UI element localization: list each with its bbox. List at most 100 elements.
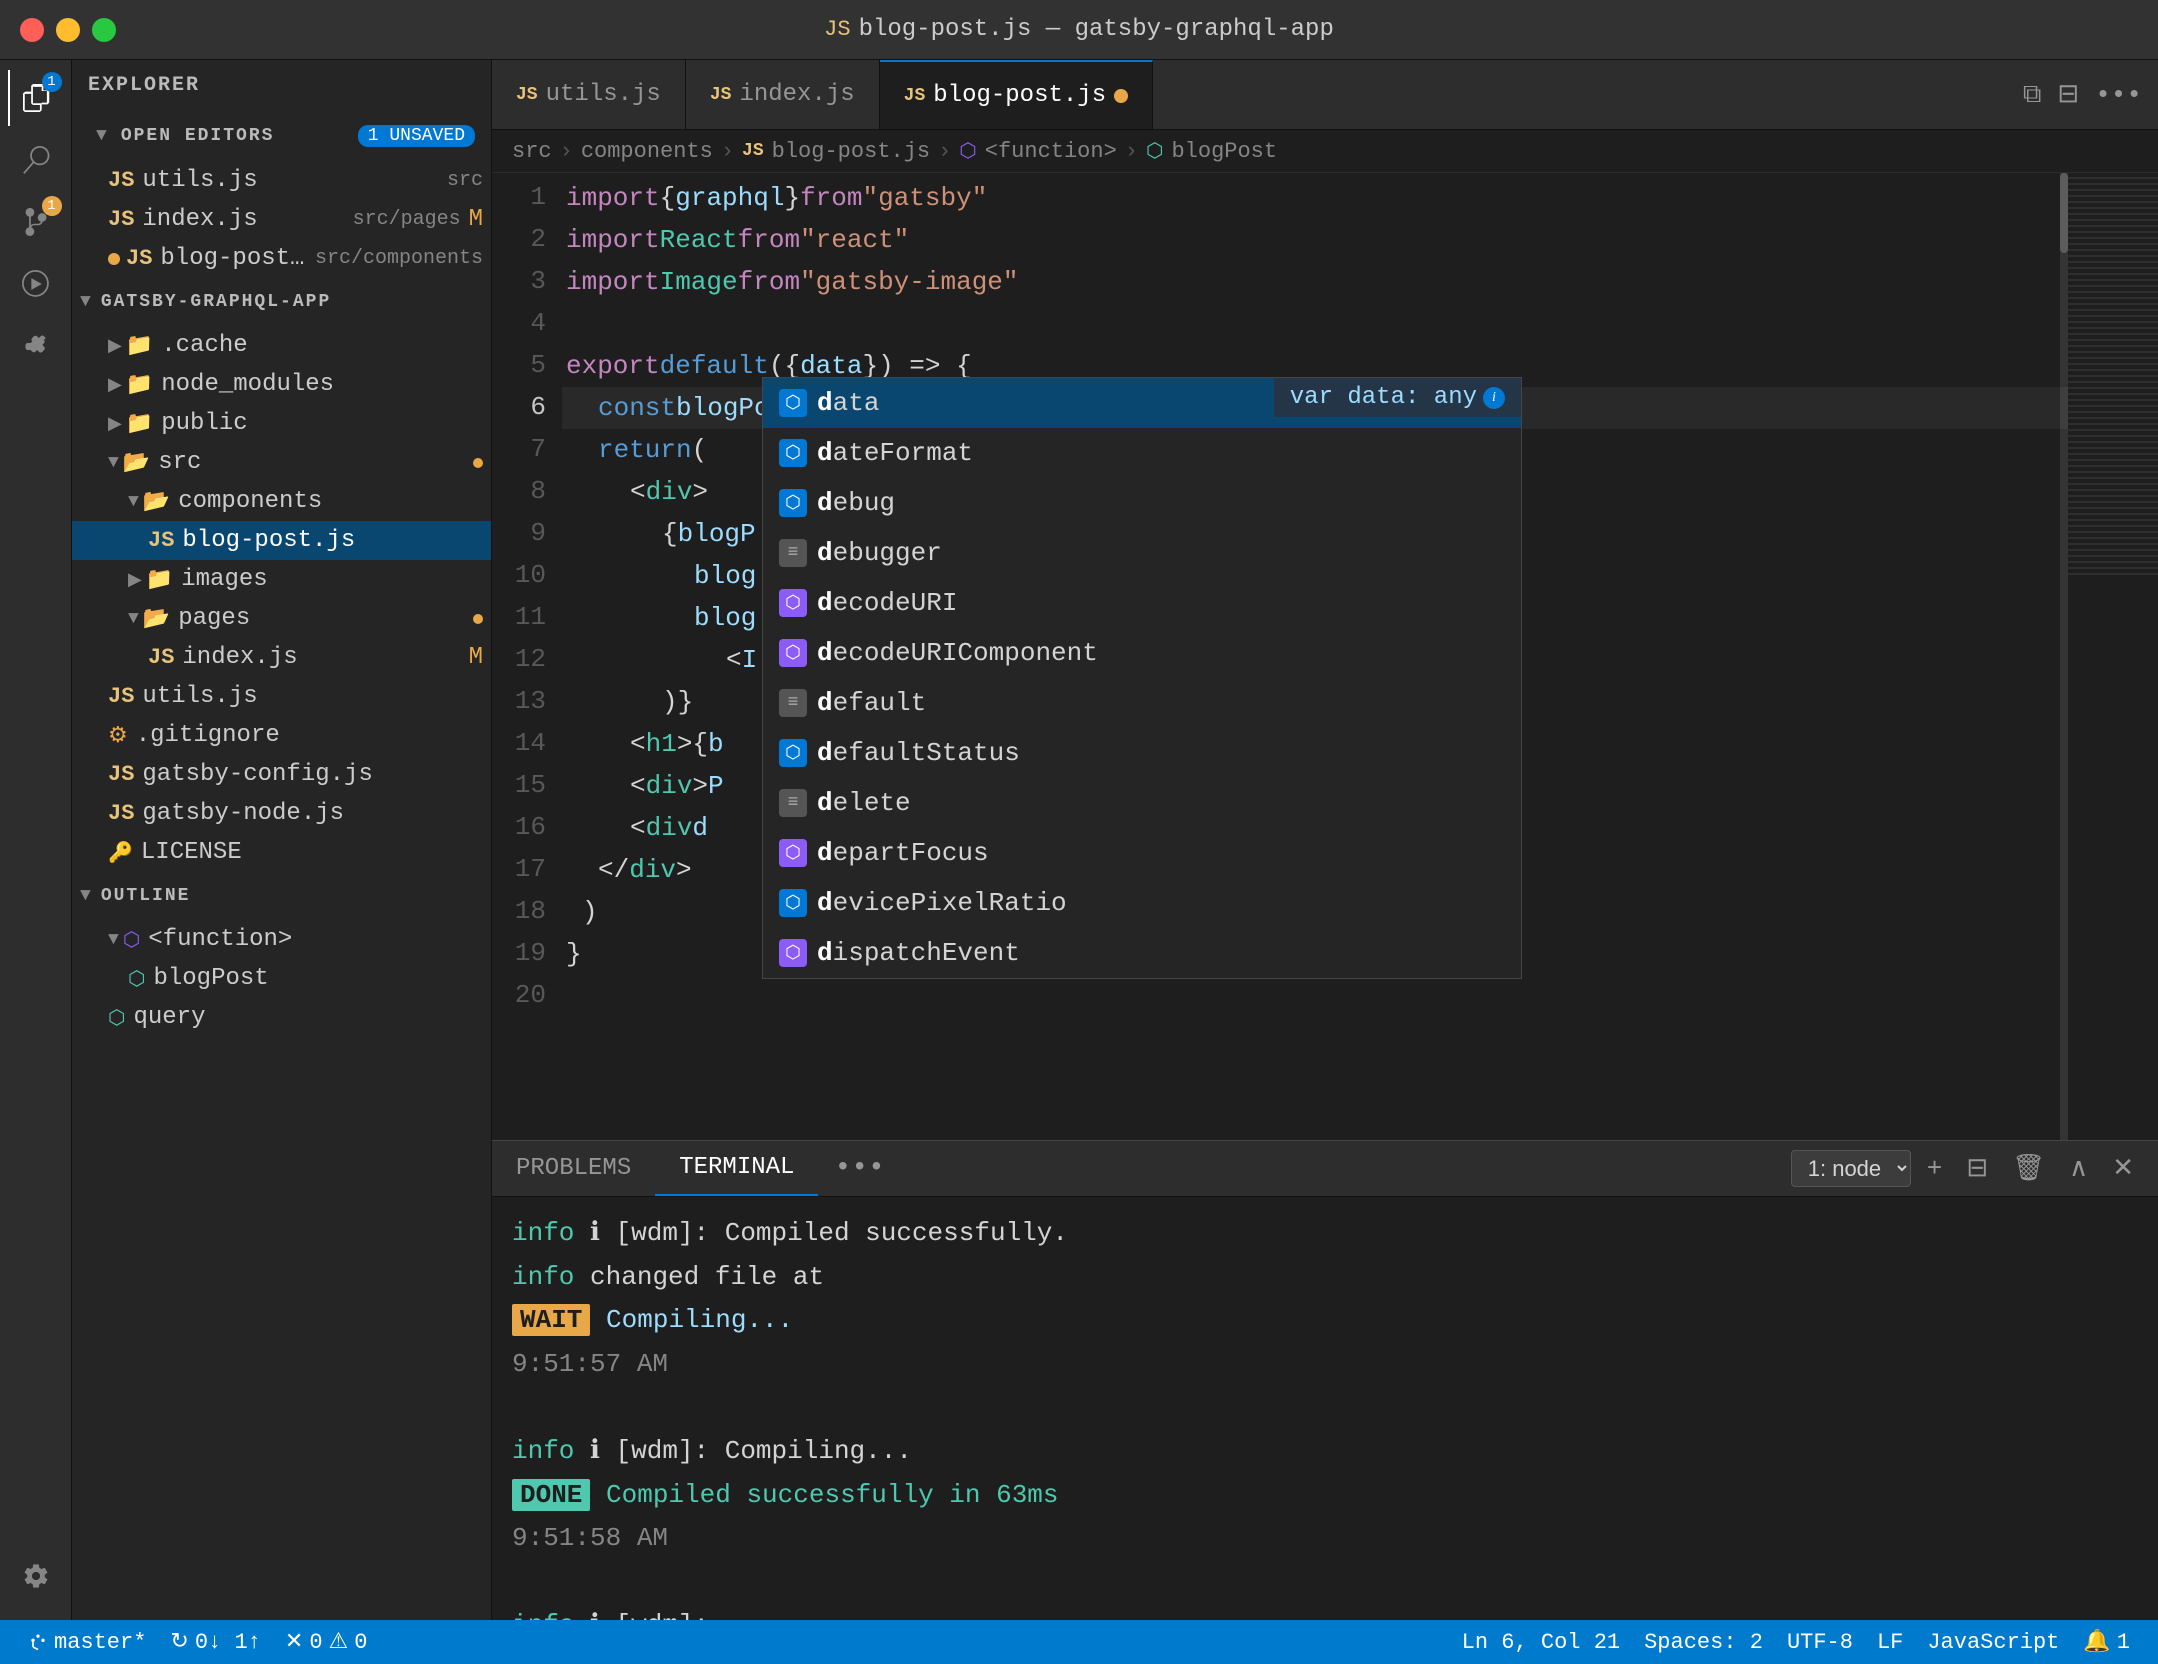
folder-src[interactable]: ▼ 📂 src xyxy=(72,443,491,482)
status-language[interactable]: JavaScript xyxy=(1915,1620,2071,1664)
status-position[interactable]: Ln 6, Col 21 xyxy=(1450,1620,1632,1664)
code-terminal-area: 1 2 3 4 5 6 7 8 9 10 11 12 13 14 15 16 1 xyxy=(492,173,2158,1620)
maximize-panel-icon[interactable]: ∧ xyxy=(2061,1149,2096,1188)
extensions-icon[interactable] xyxy=(8,318,64,374)
branch-icon xyxy=(28,1632,48,1652)
editor-area: JS utils.js JS index.js JS blog-post.js … xyxy=(492,60,2158,1620)
minimize-button[interactable] xyxy=(56,18,80,42)
file-gatsby-node[interactable]: JS gatsby-node.js xyxy=(72,794,491,833)
method-icon: ⬡ xyxy=(108,1005,125,1031)
terminal-select[interactable]: 1: node xyxy=(1791,1150,1911,1187)
open-editors-header[interactable]: ▼ OPEN EDITORS 1 UNSAVED xyxy=(72,111,491,161)
autocomplete-item-debug[interactable]: ⬡ debug xyxy=(763,478,1521,528)
status-notifications[interactable]: 🔔 1 xyxy=(2071,1620,2142,1664)
folder-node-modules[interactable]: ▶ 📁 node_modules xyxy=(72,365,491,404)
autocomplete-item-data[interactable]: ⬡ data var data: any i xyxy=(763,378,1521,428)
outline-function[interactable]: ▼ ⬡ <function> xyxy=(72,920,491,959)
code-content[interactable]: import { graphql } from "gatsby" import … xyxy=(562,173,2068,1140)
status-spaces[interactable]: Spaces: 2 xyxy=(1632,1620,1775,1664)
code-line-20 xyxy=(562,975,2068,1017)
autocomplete-item-dispatchevent[interactable]: ⬡ dispatchEvent xyxy=(763,928,1521,978)
autocomplete-item-decodeuricomponent[interactable]: ⬡ decodeURIComponent xyxy=(763,628,1521,678)
tab-index[interactable]: JS index.js xyxy=(686,60,880,129)
folder-components[interactable]: ▼ 📂 components xyxy=(72,482,491,521)
chevron-right-icon: ▶ xyxy=(108,335,122,357)
tab-utils[interactable]: JS utils.js xyxy=(492,60,686,129)
file-blog-post[interactable]: JS blog-post.js xyxy=(72,521,491,560)
autocomplete-dropdown[interactable]: ⬡ data var data: any i ⬡ dateFormat xyxy=(762,377,1522,979)
modified-indicator: M xyxy=(469,644,483,671)
file-gitignore[interactable]: ⚙ .gitignore xyxy=(72,716,491,755)
code-editor[interactable]: 1 2 3 4 5 6 7 8 9 10 11 12 13 14 15 16 1 xyxy=(492,173,2158,1140)
run-debug-icon[interactable] xyxy=(8,256,64,312)
outline-query[interactable]: ⬡ query xyxy=(72,998,491,1037)
tab-blog-post[interactable]: JS blog-post.js xyxy=(880,60,1153,129)
file-utils[interactable]: JS utils.js xyxy=(72,677,491,716)
folder-icon: 📂 xyxy=(143,606,170,632)
close-panel-icon[interactable]: ✕ xyxy=(2104,1149,2142,1188)
bottom-panel: PROBLEMS TERMINAL ••• 1: node + ⊟ 🗑 ∧ xyxy=(492,1140,2158,1620)
autocomplete-item-dateformat[interactable]: ⬡ dateFormat xyxy=(763,428,1521,478)
variable-icon: ⬡ xyxy=(779,389,807,417)
source-control-icon[interactable]: 1 xyxy=(8,194,64,250)
autocomplete-item-delete[interactable]: ≡ delete xyxy=(763,778,1521,828)
status-sync[interactable]: ↻ 0↓ 1↑ xyxy=(158,1620,272,1664)
folder-pages[interactable]: ▼ 📂 pages xyxy=(72,599,491,638)
status-line-ending[interactable]: LF xyxy=(1865,1620,1915,1664)
split-editor-icon[interactable]: ⧉ xyxy=(2023,80,2042,110)
terminal-line-done: DONE Compiled successfully in 63ms xyxy=(512,1475,2138,1517)
open-editor-index[interactable]: JS index.js src/pages M xyxy=(72,200,491,239)
folder-images[interactable]: ▶ 📁 images xyxy=(72,560,491,599)
js-file-icon: JS xyxy=(108,801,134,826)
code-line-1: import { graphql } from "gatsby" xyxy=(562,177,2068,219)
window-controls[interactable] xyxy=(20,18,116,42)
sidebar: EXPLORER ▼ OPEN EDITORS 1 UNSAVED JS uti… xyxy=(72,60,492,1620)
tab-problems[interactable]: PROBLEMS xyxy=(492,1141,655,1196)
file-gatsby-config[interactable]: JS gatsby-config.js xyxy=(72,755,491,794)
outline-blogpost[interactable]: ⬡ blogPost xyxy=(72,959,491,998)
terminal-line-time1: 9:51:57 AM xyxy=(512,1344,2138,1386)
more-panels-icon[interactable]: ••• xyxy=(818,1153,900,1184)
tab-actions: ⧉ ⊟ ••• xyxy=(2007,60,2158,129)
open-editor-utils[interactable]: JS utils.js src xyxy=(72,161,491,200)
autocomplete-item-debugger[interactable]: ≡ debugger xyxy=(763,528,1521,578)
explorer-icon[interactable]: 1 xyxy=(8,70,64,126)
maximize-button[interactable] xyxy=(92,18,116,42)
project-header[interactable]: ▼ GATSBY-GRAPHQL-APP xyxy=(72,278,491,326)
autocomplete-item-defaultstatus[interactable]: ⬡ defaultStatus xyxy=(763,728,1521,778)
js-file-icon: JS xyxy=(108,207,134,232)
folder-public[interactable]: ▶ 📁 public xyxy=(72,404,491,443)
file-license[interactable]: 🔑 LICENSE xyxy=(72,833,491,872)
terminal-line-4: info ℹ [wdm]: xyxy=(512,1605,2138,1620)
autocomplete-item-devicepixelratio[interactable]: ⬡ devicePixelRatio xyxy=(763,878,1521,928)
add-terminal-icon[interactable]: + xyxy=(1919,1150,1951,1188)
license-icon: 🔑 xyxy=(108,840,133,866)
tab-terminal[interactable]: TERMINAL xyxy=(655,1141,818,1196)
status-encoding[interactable]: UTF-8 xyxy=(1775,1620,1865,1664)
close-button[interactable] xyxy=(20,18,44,42)
split-terminal-icon[interactable]: ⊟ xyxy=(1958,1149,1996,1188)
scroll-indicator[interactable] xyxy=(2060,173,2068,1140)
scroll-thumb[interactable] xyxy=(2060,173,2068,253)
folder-icon: 📁 xyxy=(126,411,153,437)
autocomplete-item-decodeuri[interactable]: ⬡ decodeURI xyxy=(763,578,1521,628)
search-icon[interactable] xyxy=(8,132,64,188)
kill-terminal-icon[interactable]: 🗑 xyxy=(2004,1149,2053,1188)
tabs-bar: JS utils.js JS index.js JS blog-post.js … xyxy=(492,60,2158,130)
folder-cache[interactable]: ▶ 📁 .cache xyxy=(72,326,491,365)
status-errors[interactable]: ✕ 0 ⚠ 0 xyxy=(273,1620,380,1664)
status-branch[interactable]: master* xyxy=(16,1620,158,1664)
outline-header[interactable]: ▼ OUTLINE xyxy=(72,872,491,920)
js-file-icon: JS xyxy=(108,168,134,193)
main-layout: 1 1 xyxy=(0,60,2158,1620)
more-actions-icon[interactable]: ••• xyxy=(2095,80,2142,110)
autocomplete-item-departfocus[interactable]: ⬡ departFocus xyxy=(763,828,1521,878)
panel-tabs: PROBLEMS TERMINAL ••• 1: node + ⊟ 🗑 ∧ xyxy=(492,1141,2158,1197)
autocomplete-item-default[interactable]: ≡ default xyxy=(763,678,1521,728)
function-breadcrumb-icon: ⬡ xyxy=(959,138,976,164)
settings-icon[interactable] xyxy=(8,1548,64,1604)
toggle-panel-icon[interactable]: ⊟ xyxy=(2057,79,2079,110)
panel-actions: 1: node + ⊟ 🗑 ∧ ✕ xyxy=(1775,1149,2158,1188)
open-editor-blog-post[interactable]: JS blog-post.js src/components xyxy=(72,239,491,278)
file-index[interactable]: JS index.js M xyxy=(72,638,491,677)
